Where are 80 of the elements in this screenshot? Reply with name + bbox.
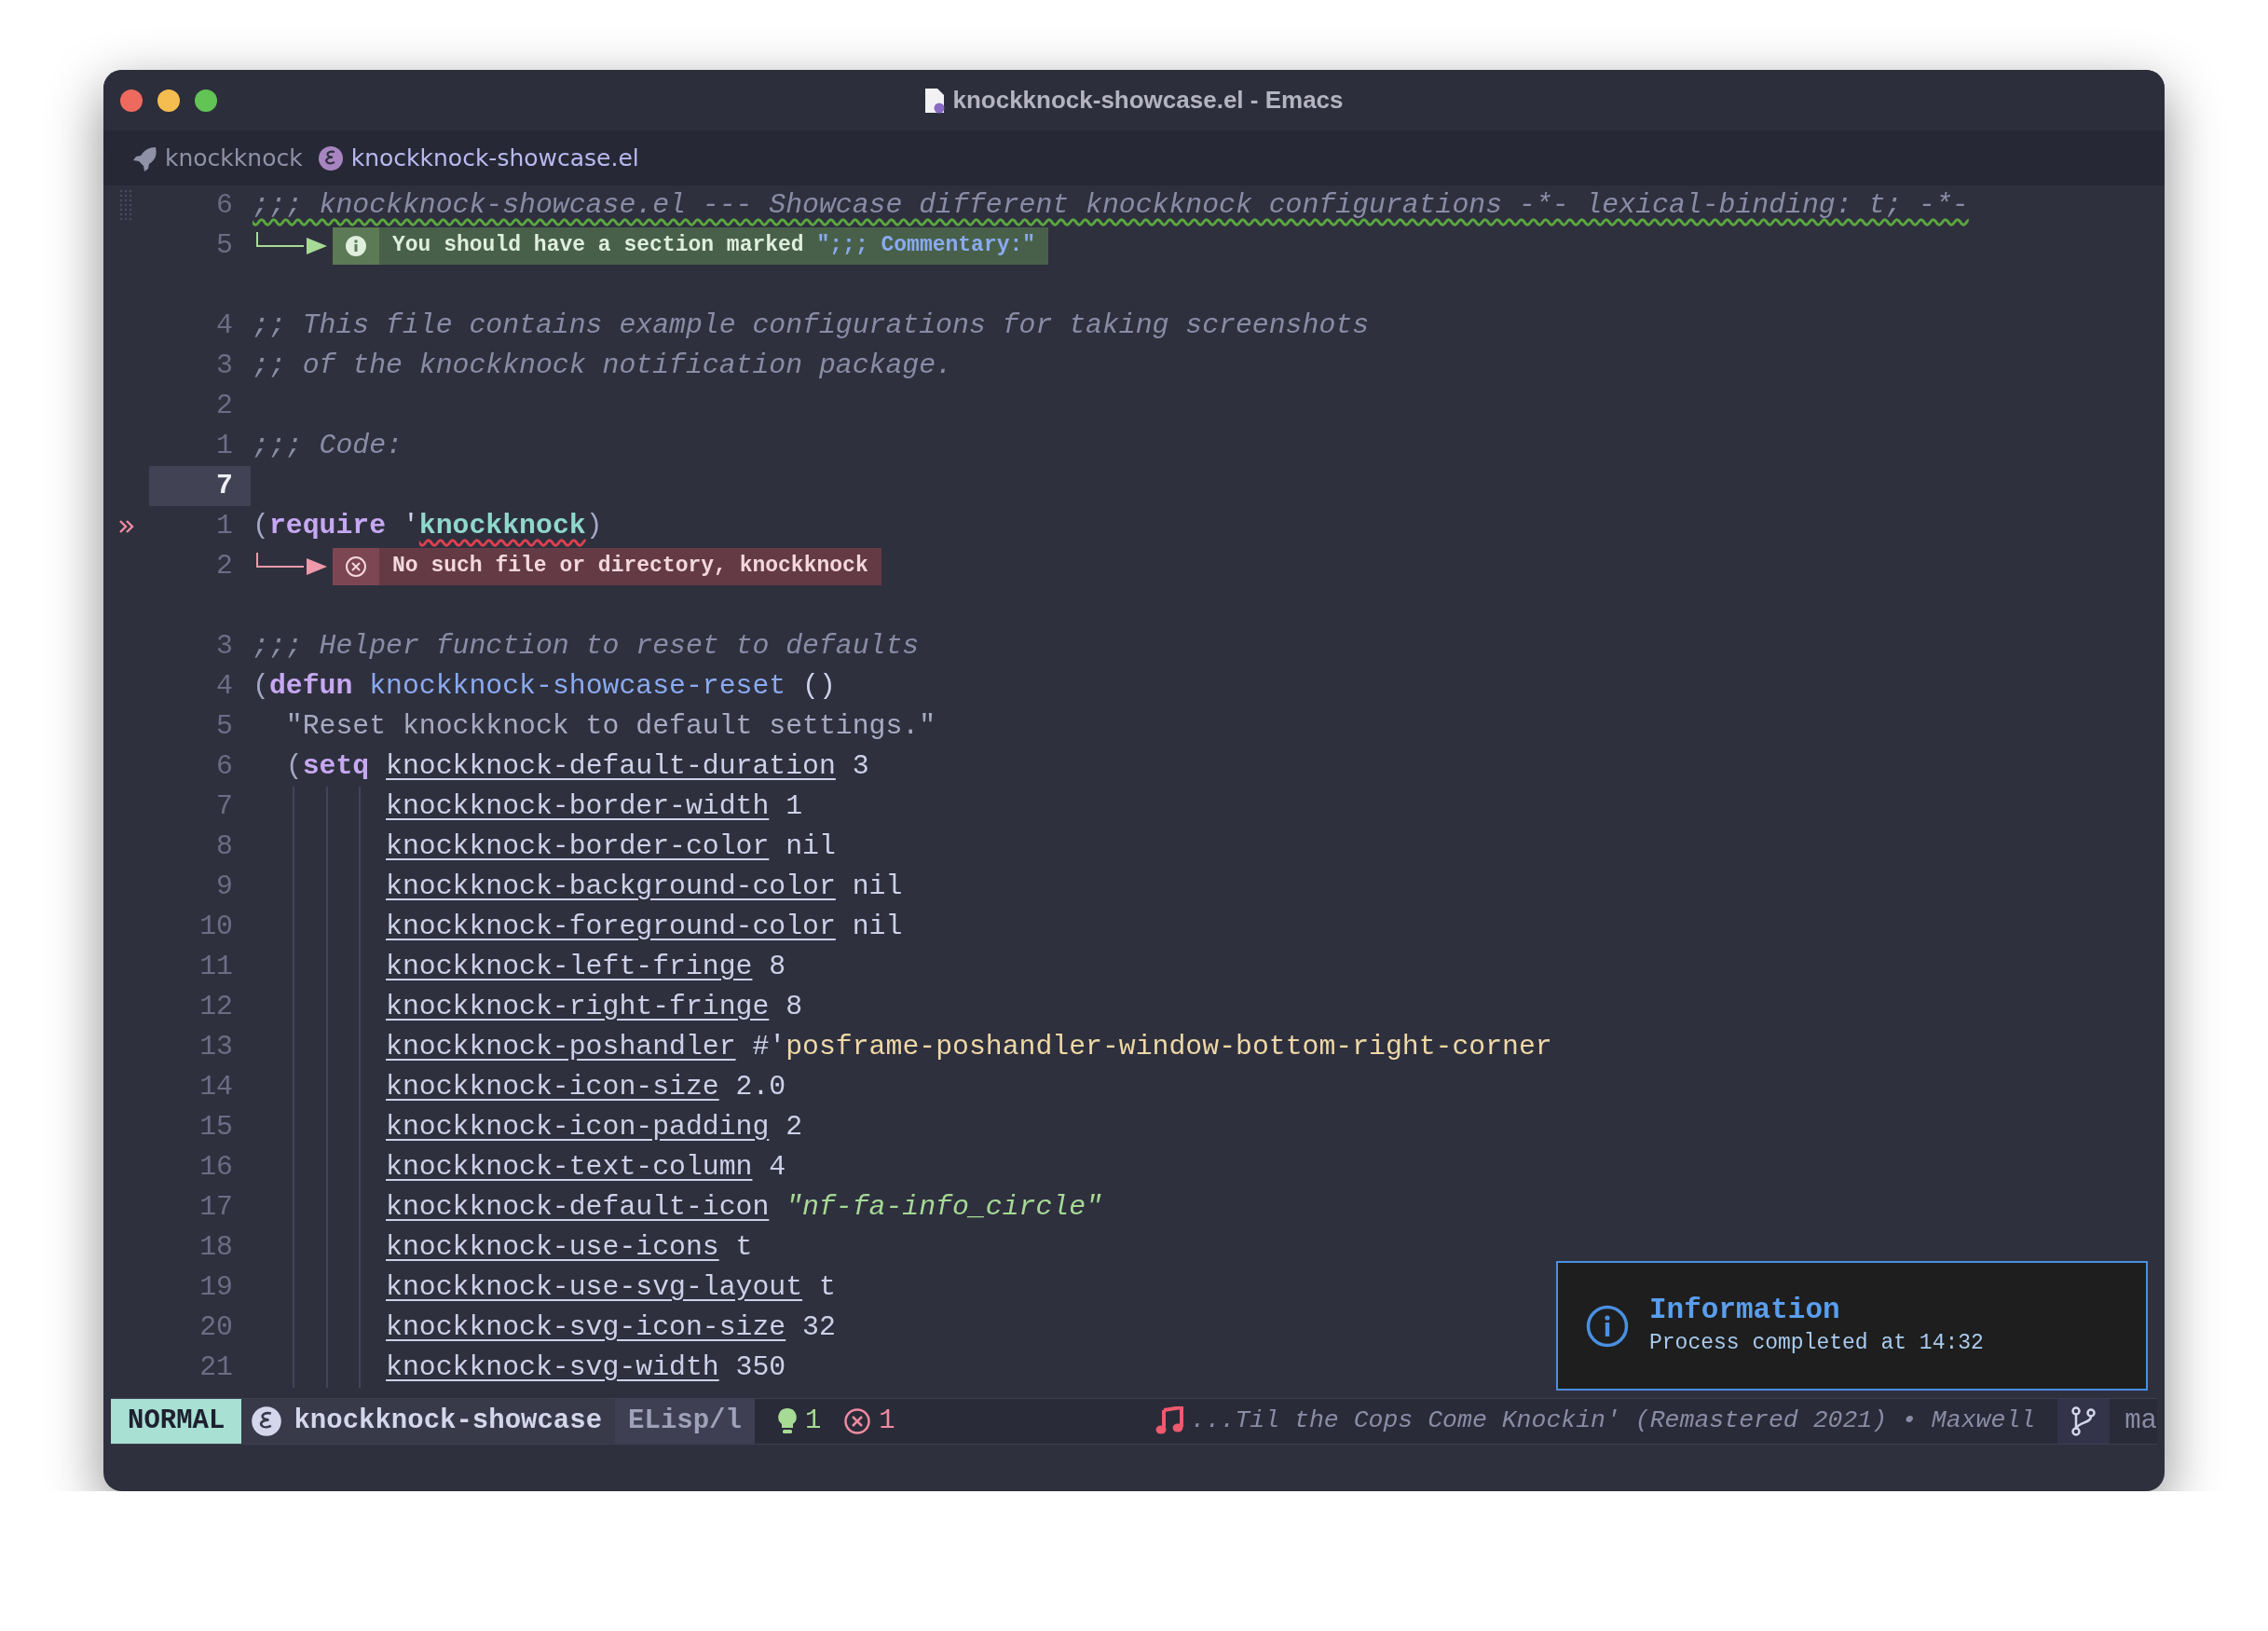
emacs-icon — [317, 144, 344, 171]
close-button[interactable] — [120, 89, 143, 112]
warning-count: 1 — [804, 1405, 822, 1439]
code-line: knockknock-border-width 1 — [251, 787, 803, 827]
error-icon — [843, 1407, 872, 1435]
line-number: 4 — [215, 308, 234, 343]
line-number: 20 — [198, 1310, 234, 1345]
code-line: knockknock-svg-width 350 — [251, 1348, 786, 1388]
line-number: 5 — [215, 709, 234, 744]
line-number: 17 — [198, 1190, 234, 1225]
line-number: 4 — [215, 669, 234, 704]
code-line: knockknock-right-fringe 8 — [251, 987, 803, 1027]
line-number: 2 — [215, 389, 234, 423]
line-number: 3 — [215, 629, 234, 664]
project-name[interactable]: knockknock — [165, 140, 303, 176]
code-line: knockknock-icon-size 2.0 — [251, 1067, 786, 1107]
code-line: (require 'knockknock) — [252, 509, 603, 543]
line-number: 7 — [149, 466, 251, 506]
music-note-icon — [1154, 1406, 1183, 1436]
code-line: knockknock-text-column 4 — [251, 1147, 786, 1187]
diagnostic-message: You should have a section marked ";;; Commentary:" — [379, 226, 1049, 265]
minimize-button[interactable] — [157, 89, 180, 112]
line-number: 5 — [215, 228, 234, 263]
code-line: ;;; knockknock-showcase.el --- Showcase different knockknock configurations -*- lexical-binding: t; -*- — [252, 188, 1969, 223]
vim-state: NORMAL — [111, 1399, 242, 1444]
code-line: (setq knockknock-default-duration 3 — [284, 749, 869, 784]
line-number: 13 — [198, 1030, 234, 1064]
line-number: 18 — [198, 1230, 234, 1265]
major-mode: ELisp/l — [615, 1399, 755, 1444]
line-number: 7 — [215, 789, 234, 824]
rocket-icon — [131, 144, 157, 171]
code-line: "Reset knockknock to default settings." — [284, 709, 936, 744]
notification-message: Process completed at 14:32 — [1649, 1329, 1984, 1357]
line-number: 9 — [215, 870, 234, 904]
file-icon — [924, 87, 946, 114]
diagnostic-message: No such file or directory, knockknock — [379, 547, 881, 585]
branch-name: ma — [2124, 1405, 2157, 1439]
code-line: ;;; Code: — [252, 429, 403, 463]
error-count: 1 — [879, 1405, 895, 1439]
window-title: knockknock-showcase.el - Emacs — [952, 85, 1344, 116]
line-number: 3 — [215, 349, 234, 383]
line-number: 1 — [215, 509, 234, 543]
code-line: ;;; Helper function to reset to defaults — [252, 629, 920, 664]
code-line: knockknock-use-icons t — [251, 1227, 753, 1268]
line-number: 16 — [198, 1150, 234, 1185]
error-icon — [345, 555, 367, 578]
code-line: knockknock-use-svg-layout t — [251, 1268, 836, 1308]
info-icon — [1586, 1304, 1629, 1348]
code-line: knockknock-foreground-color nil — [251, 907, 903, 947]
line-number: 11 — [198, 950, 234, 984]
info-icon — [345, 234, 367, 257]
line-number: 19 — [198, 1270, 234, 1305]
line-number: 6 — [215, 188, 234, 223]
code-line: knockknock-svg-icon-size 32 — [251, 1308, 836, 1348]
line-number: 12 — [198, 990, 234, 1024]
line-number: 21 — [198, 1350, 234, 1385]
file-name[interactable]: knockknock-showcase.el — [350, 140, 639, 176]
line-number: 14 — [198, 1070, 234, 1104]
notification-title: Information — [1649, 1292, 1841, 1327]
code-line: ;; of the knockknock notification package. — [252, 349, 952, 383]
code-line: knockknock-left-fringe 8 — [251, 947, 786, 987]
code-line: knockknock-default-icon "nf-fa-info_circle" — [251, 1187, 1102, 1227]
line-number: 6 — [215, 749, 234, 784]
lightbulb-icon — [776, 1407, 798, 1435]
code-line: knockknock-border-color nil — [251, 827, 836, 867]
line-number: 15 — [198, 1110, 234, 1144]
line-number: 1 — [215, 429, 234, 463]
line-number: 10 — [198, 910, 234, 944]
line-number: 2 — [215, 549, 234, 583]
code-line: knockknock-background-color nil — [251, 867, 903, 907]
code-line: knockknock-icon-padding 2 — [251, 1107, 803, 1147]
code-line: (defun knockknock-showcase-reset () — [252, 669, 836, 704]
emacs-icon — [251, 1405, 283, 1437]
now-playing-text: ...Til the Cops Come Knockin' (Remastered 2021) • Maxwell — [1190, 1405, 2036, 1437]
git-branch-icon — [2070, 1406, 2097, 1436]
line-number: 8 — [215, 829, 234, 864]
code-line: ;; This file contains example configurations for taking screenshots — [252, 308, 1370, 343]
code-line: knockknock-poshandler #'posframe-poshandler-window-bottom-right-corner — [251, 1027, 1552, 1067]
zoom-button[interactable] — [195, 89, 217, 112]
buffer-name: knockknock-showcase — [294, 1405, 603, 1439]
